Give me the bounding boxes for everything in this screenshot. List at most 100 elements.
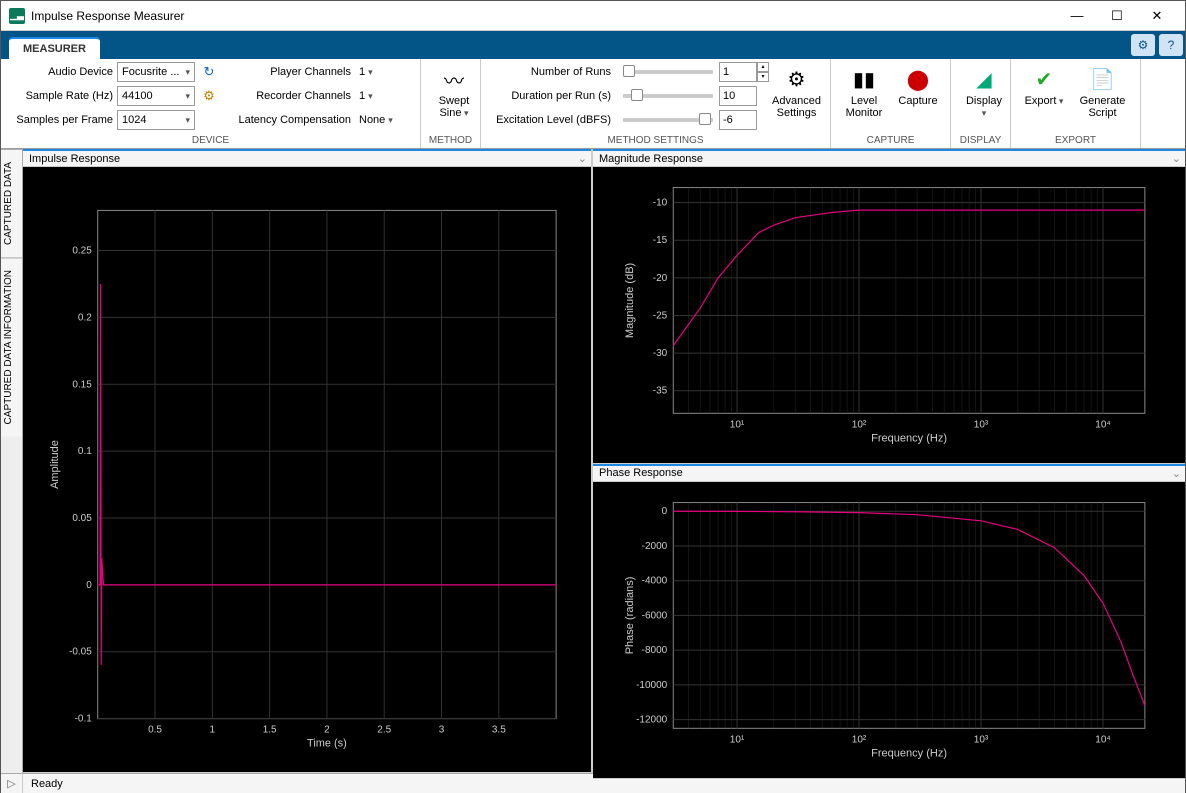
toolstrip: Audio Device Focusrite ... ↻ Sample Rate… bbox=[1, 59, 1185, 149]
svg-text:-35: -35 bbox=[653, 386, 668, 397]
svg-text:0: 0 bbox=[662, 506, 668, 517]
svg-text:10³: 10³ bbox=[974, 419, 989, 430]
advanced-settings-icon: ⚙ bbox=[783, 65, 811, 93]
title-bar: ▁▃ Impulse Response Measurer — ☐ ✕ bbox=[1, 1, 1185, 31]
phase-plot[interactable]: -12000-10000-8000-6000-4000-2000010¹10²1… bbox=[593, 482, 1185, 778]
svg-text:2: 2 bbox=[324, 725, 330, 736]
latency-value[interactable]: None bbox=[359, 114, 393, 126]
device-group-label: DEVICE bbox=[7, 133, 414, 148]
duration-slider[interactable] bbox=[623, 94, 713, 98]
svg-text:0.2: 0.2 bbox=[78, 312, 92, 323]
capture-group-label: CAPTURE bbox=[837, 133, 944, 148]
svg-text:0: 0 bbox=[86, 580, 92, 591]
svg-text:10¹: 10¹ bbox=[730, 419, 745, 430]
close-button[interactable]: ✕ bbox=[1137, 2, 1177, 30]
refresh-device-icon[interactable]: ↻ bbox=[199, 62, 219, 82]
magnitude-panel-menu-icon[interactable]: ⌄ bbox=[1172, 152, 1181, 165]
magnitude-plot[interactable]: -35 -30 -25 -20 -15 -10 10¹ 10² 10³ 10⁴ Frequency … bbox=[593, 167, 1185, 463]
duration-label: Duration per Run (s) bbox=[487, 90, 617, 102]
excitation-value[interactable]: -6 bbox=[719, 110, 757, 130]
svg-text:10⁴: 10⁴ bbox=[1095, 734, 1110, 745]
export-group-label: EXPORT bbox=[1017, 133, 1134, 148]
svg-text:-30: -30 bbox=[653, 348, 668, 359]
svg-text:0.25: 0.25 bbox=[72, 246, 92, 257]
minimize-button[interactable]: — bbox=[1057, 2, 1097, 30]
svg-text:10²: 10² bbox=[852, 734, 867, 745]
capture-button[interactable]: ⬤ Capture bbox=[891, 61, 945, 111]
sample-rate-label: Sample Rate (Hz) bbox=[7, 90, 117, 102]
svg-text:10⁴: 10⁴ bbox=[1095, 419, 1110, 430]
runs-value[interactable]: 1 bbox=[719, 62, 757, 82]
impulse-panel-menu-icon[interactable]: ⌄ bbox=[578, 152, 587, 165]
captured-data-info-tab[interactable]: CAPTURED DATA INFORMATION bbox=[1, 257, 22, 436]
level-monitor-icon: ▮▮ bbox=[850, 65, 878, 93]
excitation-label: Excitation Level (dBFS) bbox=[487, 114, 617, 126]
runs-label: Number of Runs bbox=[487, 66, 617, 78]
audio-device-label: Audio Device bbox=[7, 66, 117, 78]
runs-spinner[interactable]: ▴▾ bbox=[757, 62, 769, 82]
svg-text:-25: -25 bbox=[653, 310, 668, 321]
record-icon: ⬤ bbox=[904, 65, 932, 93]
svg-text:Time (s): Time (s) bbox=[307, 738, 347, 750]
tab-measurer[interactable]: MEASURER bbox=[9, 37, 100, 59]
runs-slider[interactable] bbox=[623, 70, 713, 74]
svg-text:0.15: 0.15 bbox=[72, 379, 92, 390]
svg-text:-12000: -12000 bbox=[636, 715, 668, 726]
script-icon: 📄 bbox=[1089, 65, 1117, 93]
recorder-channels-label: Recorder Channels bbox=[227, 90, 357, 102]
svg-text:-15: -15 bbox=[653, 235, 668, 246]
rate-settings-icon[interactable]: ⚙ bbox=[199, 86, 219, 106]
svg-text:10²: 10² bbox=[852, 419, 867, 430]
svg-text:3: 3 bbox=[439, 725, 445, 736]
captured-data-tab[interactable]: CAPTURED DATA bbox=[1, 149, 22, 257]
svg-text:-0.1: -0.1 bbox=[75, 714, 93, 725]
svg-text:-6000: -6000 bbox=[642, 610, 668, 621]
svg-text:0.5: 0.5 bbox=[148, 725, 162, 736]
svg-text:0.05: 0.05 bbox=[72, 513, 92, 524]
export-icon: ✔ bbox=[1030, 65, 1058, 93]
window-title: Impulse Response Measurer bbox=[31, 9, 1057, 23]
svg-text:Amplitude: Amplitude bbox=[49, 440, 61, 489]
settings-icon[interactable]: ⚙ bbox=[1131, 34, 1155, 56]
display-icon: ◢ bbox=[970, 65, 998, 93]
app-icon: ▁▃ bbox=[9, 8, 25, 24]
svg-text:-10: -10 bbox=[653, 198, 668, 209]
svg-text:10³: 10³ bbox=[974, 734, 989, 745]
svg-text:1: 1 bbox=[210, 725, 216, 736]
svg-text:-0.05: -0.05 bbox=[69, 647, 92, 658]
status-text: Ready bbox=[23, 778, 63, 790]
audio-device-combo[interactable]: Focusrite ... bbox=[117, 62, 195, 82]
method-group-label: METHOD bbox=[427, 133, 474, 148]
phase-panel-header: Phase Response ⌄ bbox=[593, 464, 1185, 482]
level-monitor-button[interactable]: ▮▮ Level Monitor bbox=[837, 61, 891, 123]
samples-per-frame-label: Samples per Frame bbox=[7, 114, 117, 126]
help-icon[interactable]: ? bbox=[1159, 34, 1183, 56]
svg-text:-4000: -4000 bbox=[642, 576, 668, 587]
svg-text:-20: -20 bbox=[653, 273, 668, 284]
advanced-settings-button[interactable]: ⚙ Advanced Settings bbox=[769, 61, 824, 123]
tab-bar: MEASURER ⚙ ? bbox=[1, 31, 1185, 59]
impulse-panel-header: Impulse Response ⌄ bbox=[23, 149, 591, 167]
export-button[interactable]: ✔ Export bbox=[1017, 61, 1071, 111]
main-area: CAPTURED DATA CAPTURED DATA INFORMATION … bbox=[1, 149, 1185, 773]
swept-sine-icon: 〰 bbox=[440, 65, 468, 93]
player-channels-value[interactable]: 1 bbox=[359, 66, 373, 78]
excitation-slider[interactable] bbox=[623, 118, 713, 122]
maximize-button[interactable]: ☐ bbox=[1097, 2, 1137, 30]
player-channels-label: Player Channels bbox=[227, 66, 357, 78]
latency-label: Latency Compensation bbox=[227, 114, 357, 126]
svg-text:Phase (radians): Phase (radians) bbox=[624, 577, 636, 655]
run-icon[interactable]: ▷ bbox=[1, 774, 23, 793]
generate-script-button[interactable]: 📄 Generate Script bbox=[1071, 61, 1134, 123]
svg-text:10¹: 10¹ bbox=[730, 734, 745, 745]
duration-value[interactable]: 10 bbox=[719, 86, 757, 106]
sample-rate-combo[interactable]: 44100 bbox=[117, 86, 195, 106]
recorder-channels-value[interactable]: 1 bbox=[359, 90, 373, 102]
display-button[interactable]: ◢ Display bbox=[957, 61, 1011, 123]
svg-text:-2000: -2000 bbox=[642, 541, 668, 552]
impulse-plot[interactable]: -0.1-0.0500.050.10.150.20.250.511.522.53… bbox=[23, 167, 591, 772]
svg-text:Frequency (Hz): Frequency (Hz) bbox=[871, 432, 947, 444]
swept-sine-button[interactable]: 〰 Swept Sine bbox=[427, 61, 481, 123]
phase-panel-menu-icon[interactable]: ⌄ bbox=[1172, 467, 1181, 480]
samples-per-frame-combo[interactable]: 1024 bbox=[117, 110, 195, 130]
